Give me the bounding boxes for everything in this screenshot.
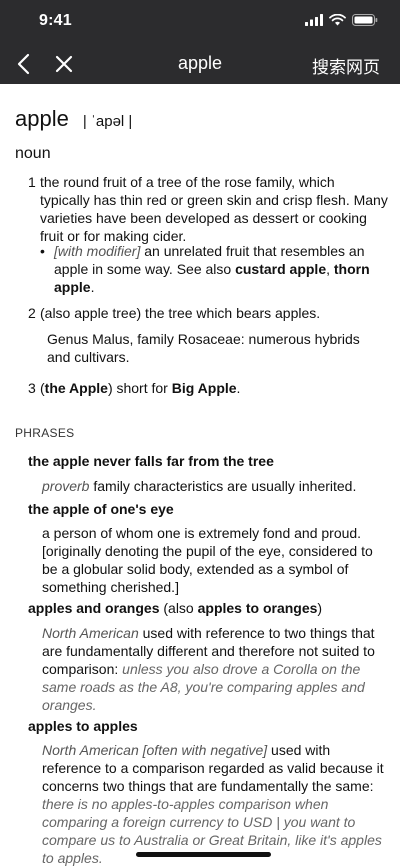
sense-2-note: Genus Malus, family Rosaceae: numerous h… — [47, 331, 360, 365]
variant-phrase: apples to oranges — [197, 600, 318, 616]
register-label: North American [often with negative] — [42, 742, 268, 758]
headword-row: apple | ˈapəl | — [15, 106, 132, 132]
search-web-button[interactable]: 搜索网页 — [312, 53, 380, 78]
sense-definition: (also apple tree) the tree which bears a… — [40, 305, 321, 321]
subsense-definition: [with modifier] an unrelated fruit that … — [54, 242, 380, 296]
status-time: 9:41 — [39, 12, 72, 29]
register-label: North American — [42, 625, 139, 641]
top-bar: 9:41 apple 搜索网页 — [0, 0, 400, 84]
xref-custard-apple[interactable]: custard apple — [235, 261, 326, 277]
paren-close: ) — [317, 600, 323, 616]
wifi-icon — [329, 14, 346, 26]
sense-number: 2 — [28, 305, 36, 321]
sense-number: 1 — [28, 174, 36, 190]
period: . — [236, 380, 241, 396]
phrase-definition: a person of whom one is extremely fond a… — [42, 525, 373, 595]
nav-bar: apple 搜索网页 — [0, 44, 400, 84]
xref-big-apple[interactable]: Big Apple — [172, 380, 237, 396]
part-of-speech: noun — [15, 145, 51, 162]
phrase-title: the apple never falls far from the tree — [28, 453, 274, 469]
phrase-text: apples and oranges — [28, 600, 160, 616]
phrase-definition: North American used with reference to tw… — [42, 624, 387, 714]
status-bar: 9:41 — [0, 0, 400, 44]
sense-3: 3 (the Apple) short for Big Apple. — [28, 379, 388, 397]
phrase-definition: proverb family characteristics are usual… — [42, 477, 387, 495]
sense-1-subsense: • [with modifier] an unrelated fruit tha… — [40, 242, 380, 296]
battery-icon — [352, 14, 378, 26]
sense-1: 1 the round fruit of a tree of the rose … — [28, 173, 388, 245]
phrase-title: the apple of one's eye — [28, 501, 174, 517]
phrase-title: apples to apples — [28, 718, 138, 734]
cellular-signal-icon — [305, 14, 323, 26]
home-indicator[interactable] — [136, 852, 271, 857]
sense-definition: the round fruit of a tree of the rose fa… — [40, 174, 388, 244]
also-label: (also — [159, 600, 198, 616]
sense-2: 2 (also apple tree) the tree which bears… — [28, 304, 388, 322]
register-label: proverb — [42, 478, 90, 494]
phrases-heading: PHRASES — [15, 426, 75, 440]
status-icons — [305, 14, 378, 26]
sense-text: ) short for — [107, 380, 172, 396]
sense-definition: (the Apple) short for Big Apple. — [40, 379, 388, 397]
bullet: • — [40, 243, 45, 259]
definition-text: family characteristics are usually inher… — [89, 478, 357, 494]
sense-number: 3 — [28, 380, 36, 396]
separator: , — [326, 261, 334, 277]
headword: apple — [15, 106, 69, 131]
pronunciation: | ˈapəl | — [82, 113, 133, 130]
dictionary-content[interactable]: apple | ˈapəl | noun 1 the round fruit o… — [0, 84, 400, 866]
phrase-definition: North American [often with negative] use… — [42, 741, 387, 866]
period: . — [90, 279, 95, 295]
the-apple-term: the Apple — [44, 380, 108, 396]
phrase-title: apples and oranges (also apples to orang… — [28, 600, 322, 616]
grammar-label: [with modifier] — [54, 243, 141, 259]
